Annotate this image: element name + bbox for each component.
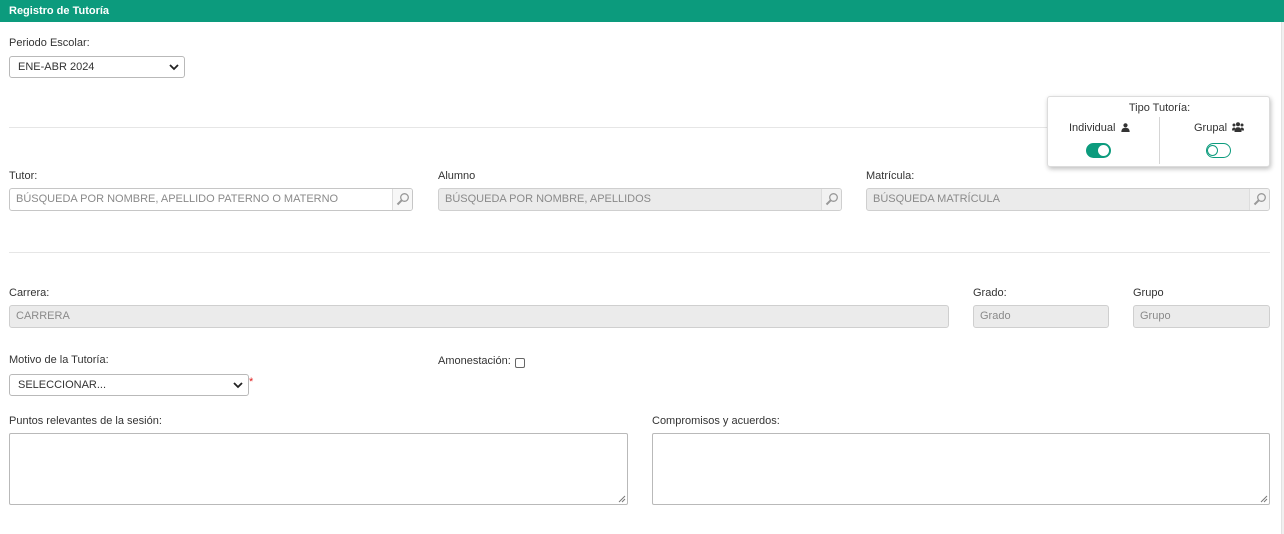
periodo-select-value: ENE-ABR 2024 (18, 61, 95, 73)
grupal-toggle[interactable] (1206, 143, 1231, 158)
puntos-textarea[interactable] (9, 433, 628, 505)
amonestacion-label: Amonestación: (438, 355, 511, 367)
required-marker: * (249, 376, 254, 388)
grado-value: Grado (980, 310, 1011, 322)
tutor-label: Tutor: (9, 170, 38, 182)
resize-handle-icon[interactable] (1259, 494, 1268, 503)
grado-label: Grado: (973, 287, 1007, 299)
carrera-field: CARRERA (9, 305, 949, 328)
resize-handle-icon[interactable] (617, 494, 626, 503)
user-icon (1120, 123, 1130, 132)
chevron-down-icon (169, 64, 179, 71)
divider (9, 252, 1270, 253)
tutor-search-input[interactable]: BÚSQUEDA POR NOMBRE, APELLIDO PATERNO O … (9, 188, 413, 211)
individual-option: Individual (1069, 122, 1130, 134)
chevron-down-icon (233, 382, 243, 389)
matricula-search-placeholder: BÚSQUEDA MATRÍCULA (873, 193, 1000, 205)
alumno-search-input[interactable]: BÚSQUEDA POR NOMBRE, APELLIDOS (438, 188, 842, 211)
search-icon (1253, 193, 1266, 206)
individual-toggle[interactable] (1086, 143, 1111, 158)
users-icon (1232, 122, 1245, 132)
motivo-label: Motivo de la Tutoría: (9, 354, 109, 366)
grupo-value: Grupo (1140, 310, 1171, 322)
grado-field: Grado (973, 305, 1109, 328)
tipo-tutoria-title: Tipo Tutoría: (1128, 102, 1191, 114)
grupal-option: Grupal (1194, 122, 1245, 134)
motivo-select-value: SELECCIONAR... (18, 379, 107, 391)
grupo-field: Grupo (1133, 305, 1270, 328)
search-button[interactable] (392, 189, 412, 210)
amonestacion-checkbox[interactable] (515, 358, 525, 368)
compromisos-textarea[interactable] (652, 433, 1270, 505)
motivo-select[interactable]: SELECCIONAR... (9, 374, 249, 396)
tipo-tutoria-separator (1159, 117, 1160, 164)
tipo-tutoria-panel: Tipo Tutoría: Individual Grupal (1047, 96, 1270, 167)
search-button[interactable] (821, 189, 841, 210)
tutor-search-placeholder: BÚSQUEDA POR NOMBRE, APELLIDO PATERNO O … (16, 193, 339, 205)
alumno-label: Alumno (438, 170, 476, 182)
carrera-label: Carrera: (9, 287, 50, 299)
search-icon (825, 193, 838, 206)
grupal-label: Grupal (1194, 122, 1228, 134)
divider (9, 127, 1048, 128)
individual-label: Individual (1069, 122, 1116, 134)
carrera-value: CARRERA (16, 310, 70, 322)
grupo-label: Grupo (1133, 287, 1164, 299)
periodo-label: Periodo Escolar: (9, 37, 90, 49)
matricula-search-input[interactable]: BÚSQUEDA MATRÍCULA (866, 188, 1270, 211)
search-button[interactable] (1249, 189, 1269, 210)
search-icon (396, 193, 409, 206)
compromisos-label: Compromisos y acuerdos: (652, 415, 780, 427)
toggle-knob (1207, 144, 1218, 156)
page-title: Registro de Tutoría (9, 5, 110, 17)
periodo-select[interactable]: ENE-ABR 2024 (9, 56, 185, 78)
page-header: Registro de Tutoría (0, 0, 1284, 22)
alumno-search-placeholder: BÚSQUEDA POR NOMBRE, APELLIDOS (445, 193, 652, 205)
puntos-label: Puntos relevantes de la sesión: (9, 415, 162, 427)
toggle-knob (1098, 145, 1109, 156)
matricula-label: Matrícula: (866, 170, 915, 182)
